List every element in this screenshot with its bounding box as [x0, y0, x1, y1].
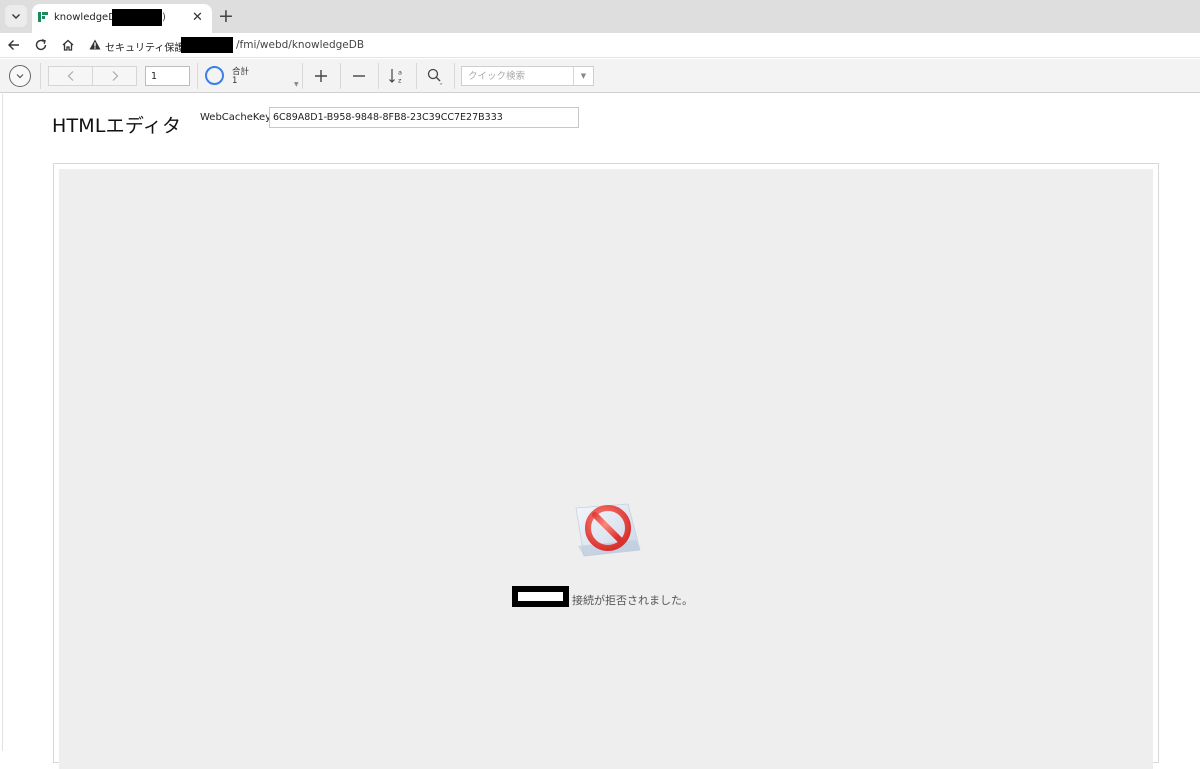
toolbar-divider: [378, 63, 379, 89]
current-record-field[interactable]: 1: [145, 66, 190, 86]
delete-record-button[interactable]: [347, 64, 371, 88]
arrow-left-icon: [8, 40, 19, 50]
find-button[interactable]: [423, 64, 447, 88]
reload-button[interactable]: [31, 35, 51, 55]
tab-title-redaction: [112, 9, 162, 26]
quick-search-input[interactable]: [462, 67, 573, 85]
address-bar-row: セキュリティ保護なし /fmi/webd/knowledgeDB: [0, 33, 1200, 58]
browser-tab-strip: knowledgeDB ) ✕ +: [0, 0, 1200, 33]
total-dropdown-icon[interactable]: ▼: [294, 81, 299, 88]
warning-icon: [89, 39, 101, 50]
plus-icon: [315, 70, 327, 82]
tab-title-suffix: ): [162, 12, 166, 23]
home-button[interactable]: [58, 35, 78, 55]
page-title: HTMLエディタ: [52, 115, 182, 137]
tab-close-icon[interactable]: ✕: [192, 10, 203, 25]
total-value: 1: [232, 76, 238, 86]
page-left-border: [2, 94, 3, 751]
tab-search-button[interactable]: [5, 5, 27, 27]
web-viewer-frame: 接続が拒否されました。: [53, 163, 1159, 769]
toolbar-divider: [454, 63, 455, 89]
new-tab-button[interactable]: +: [216, 4, 236, 28]
browser-tab-active[interactable]: knowledgeDB ) ✕: [32, 4, 212, 33]
url-path: /fmi/webd/knowledgeDB: [236, 39, 365, 51]
url-host-redaction: [181, 37, 233, 53]
filemaker-toolbar: 1 合計 1 ▼ a z ▼: [0, 59, 1200, 93]
sort-a-glyph: a: [398, 69, 402, 77]
sort-az-icon: a z: [389, 69, 402, 85]
chevron-down-icon: [12, 14, 20, 19]
omnibox[interactable]: セキュリティ保護なし /fmi/webd/knowledgeDB: [84, 35, 1200, 56]
toolbar-divider: [416, 63, 417, 89]
toolbar-divider: [197, 63, 198, 89]
sort-button[interactable]: a z: [385, 64, 409, 88]
quick-search-dropdown-icon[interactable]: ▼: [573, 67, 593, 85]
sort-z-glyph: z: [398, 77, 402, 85]
magnifier-icon: [427, 68, 443, 85]
new-record-button[interactable]: [309, 64, 333, 88]
web-viewer[interactable]: 接続が拒否されました。: [59, 169, 1153, 769]
chevron-right-icon: [112, 71, 118, 81]
previous-record-button[interactable]: [48, 66, 93, 86]
error-message: 接続が拒否されました。: [572, 594, 693, 607]
menu-button[interactable]: [9, 65, 31, 87]
error-host-redaction: [512, 586, 569, 607]
minus-icon: [353, 75, 365, 77]
record-progress-circle-icon: [205, 66, 224, 85]
filemaker-favicon-icon: [38, 12, 48, 22]
home-icon: [62, 39, 74, 51]
webcachekey-field[interactable]: 6C89A8D1-B958-9848-8FB8-23C39CC7E27B333: [269, 107, 579, 128]
toolbar-divider: [340, 63, 341, 89]
reload-icon: [35, 39, 47, 51]
connection-refused-icon: [575, 503, 641, 557]
chevron-left-icon: [67, 71, 73, 81]
chevron-down-icon: [16, 74, 24, 79]
toolbar-divider: [40, 63, 41, 89]
webcachekey-label: WebCacheKey: [200, 112, 272, 123]
toolbar-divider: [302, 63, 303, 89]
back-button[interactable]: [4, 35, 24, 55]
quick-search-box: ▼: [461, 66, 594, 86]
next-record-button[interactable]: [92, 66, 137, 86]
